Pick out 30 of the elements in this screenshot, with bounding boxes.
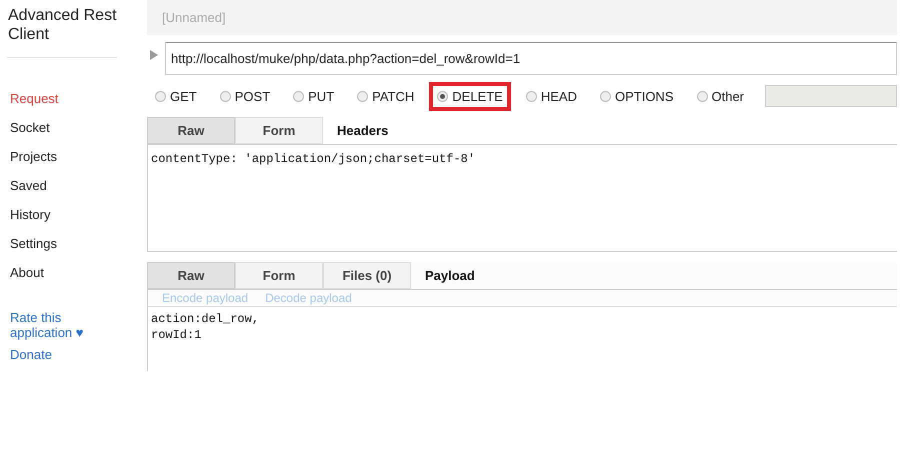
other-method-field[interactable] xyxy=(765,85,897,107)
sidebar-item[interactable]: Settings xyxy=(0,229,147,258)
tab[interactable]: Raw xyxy=(147,117,235,144)
sidebar-item[interactable]: Projects xyxy=(0,142,147,171)
sidebar-item[interactable]: Saved xyxy=(0,171,147,200)
headers-editor[interactable]: contentType: 'application/json;charset=utf-8' xyxy=(147,144,897,252)
payload-editor[interactable]: action:del_row, rowId:1 xyxy=(147,307,897,371)
method-radio[interactable]: Other xyxy=(688,82,752,110)
sidebar-link[interactable]: Donate xyxy=(0,347,110,362)
sidebar-item[interactable]: About xyxy=(0,258,147,287)
expand-arrow-icon[interactable] xyxy=(150,50,158,60)
sidebar-item[interactable]: Socket xyxy=(0,113,147,142)
method-radio[interactable]: POST xyxy=(212,82,278,110)
tab[interactable]: Form xyxy=(235,262,323,289)
method-radio[interactable]: PATCH xyxy=(349,82,422,110)
url-field[interactable]: http://localhost/muke/php/data.php?action=del_row&rowId=1 xyxy=(165,42,897,75)
sidebar-item[interactable]: Request xyxy=(0,84,147,113)
method-radio[interactable]: OPTIONS xyxy=(592,82,682,110)
tab[interactable]: Files (0) xyxy=(323,262,411,289)
tab[interactable]: Form xyxy=(235,117,323,144)
method-radio[interactable]: PUT xyxy=(285,82,342,110)
section-heading: Payload xyxy=(424,267,475,285)
method-radio[interactable]: HEAD xyxy=(518,82,585,110)
tab[interactable]: Raw xyxy=(147,262,235,289)
sidebar-item[interactable]: History xyxy=(0,200,147,229)
app-title: Advanced Rest Client xyxy=(7,6,118,44)
sidebar-link[interactable]: Rate this application ♥ xyxy=(0,310,110,340)
section-heading: Headers xyxy=(336,122,388,140)
method-radio[interactable]: DELETE xyxy=(429,82,511,110)
method-radio[interactable]: GET xyxy=(147,82,205,110)
